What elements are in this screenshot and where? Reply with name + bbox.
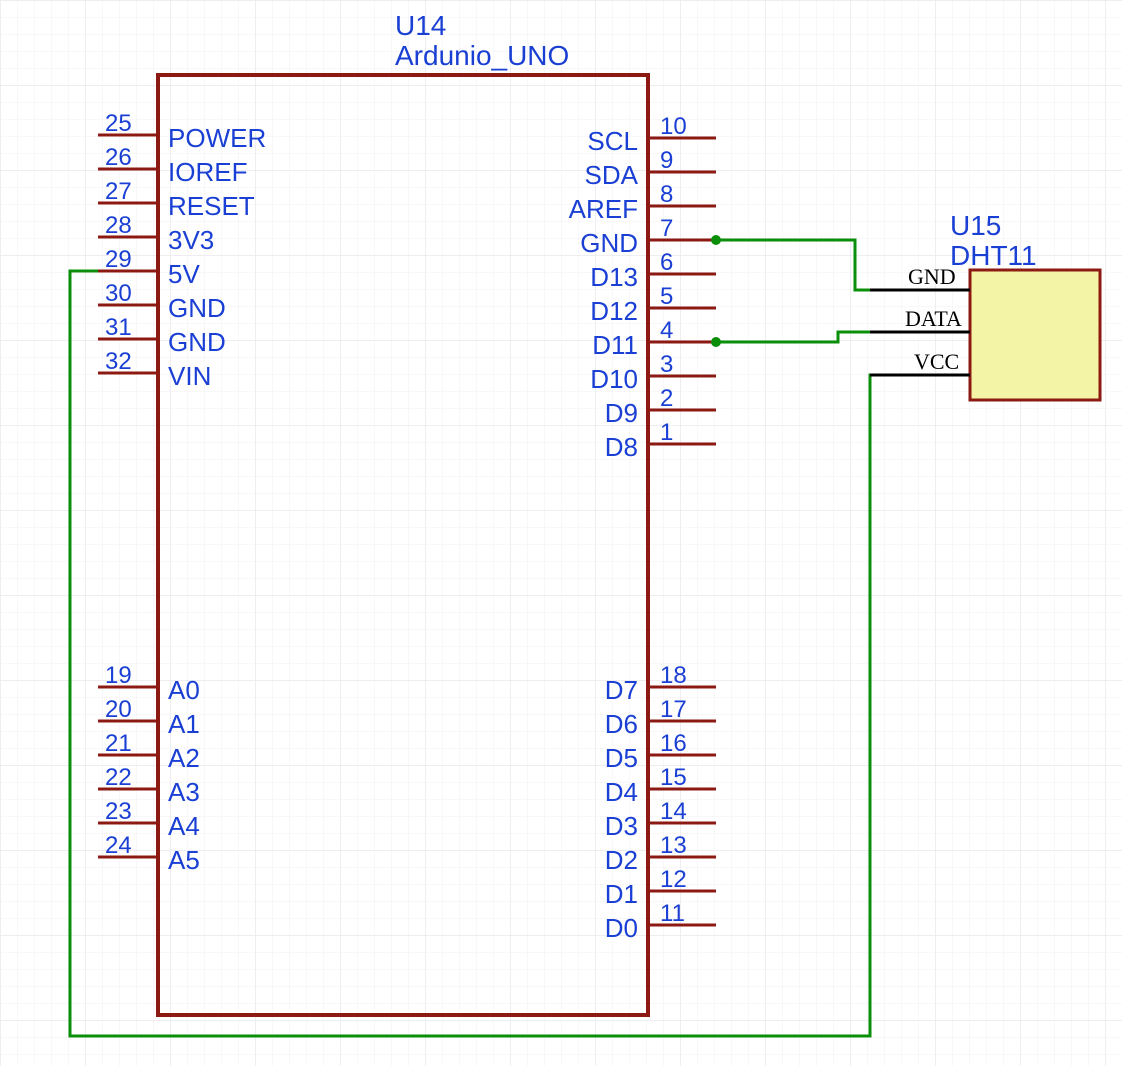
pin-name: IOREF bbox=[168, 157, 247, 187]
pin-num: 19 bbox=[105, 662, 132, 689]
pin-num: 17 bbox=[660, 696, 687, 723]
pin-num: 31 bbox=[105, 314, 132, 341]
pin-num: 22 bbox=[105, 764, 132, 791]
pin-name: A2 bbox=[168, 743, 200, 773]
pin-num: 13 bbox=[660, 832, 687, 859]
pin-name: D1 bbox=[605, 879, 638, 909]
junction-d11 bbox=[711, 337, 721, 347]
pin-num: 23 bbox=[105, 798, 132, 825]
pin-name: GND bbox=[168, 327, 226, 357]
pin-name: A3 bbox=[168, 777, 200, 807]
pin-num: 26 bbox=[105, 144, 132, 171]
pin-name: 3V3 bbox=[168, 225, 214, 255]
pin-name: D8 bbox=[605, 432, 638, 462]
pin-num: 24 bbox=[105, 832, 132, 859]
sensor-value: DHT11 bbox=[950, 240, 1037, 271]
pin-num: 5 bbox=[660, 283, 673, 310]
pin-num: 18 bbox=[660, 662, 687, 689]
pin-name: VIN bbox=[168, 361, 211, 391]
pin-name: D6 bbox=[605, 709, 638, 739]
arduino-value: Ardunio_UNO bbox=[395, 40, 569, 71]
sensor-pin-gnd: GND bbox=[908, 264, 956, 289]
pin-name: GND bbox=[168, 293, 226, 323]
pin-num: 10 bbox=[660, 113, 687, 140]
pin-name: A1 bbox=[168, 709, 200, 739]
junction-gnd bbox=[711, 235, 721, 245]
pin-name: D9 bbox=[605, 398, 638, 428]
pin-num: 6 bbox=[660, 249, 673, 276]
pin-num: 16 bbox=[660, 730, 687, 757]
pin-name: D3 bbox=[605, 811, 638, 841]
pin-name: D11 bbox=[592, 330, 638, 360]
pin-name: D5 bbox=[605, 743, 638, 773]
pin-num: 14 bbox=[660, 798, 687, 825]
sensor-ref: U15 bbox=[950, 210, 1001, 241]
pin-num: 29 bbox=[105, 246, 132, 273]
pin-name: D4 bbox=[605, 777, 638, 807]
pin-num: 32 bbox=[105, 348, 132, 375]
pin-num: 12 bbox=[660, 866, 687, 893]
pin-num: 8 bbox=[660, 181, 673, 208]
pin-num: 3 bbox=[660, 351, 673, 378]
pin-num: 4 bbox=[660, 317, 673, 344]
pin-num: 11 bbox=[660, 900, 685, 927]
pin-name: D12 bbox=[590, 296, 638, 326]
sensor-pin-data: DATA bbox=[905, 306, 962, 331]
pin-name: POWER bbox=[168, 123, 266, 153]
pin-name: SDA bbox=[585, 160, 639, 190]
pin-name: D13 bbox=[590, 262, 638, 292]
sensor-pin-vcc: VCC bbox=[914, 349, 959, 374]
pin-num: 30 bbox=[105, 280, 132, 307]
pin-name: GND bbox=[580, 228, 638, 258]
pin-num: 9 bbox=[660, 147, 673, 174]
pin-num: 25 bbox=[105, 110, 132, 137]
pin-name: D7 bbox=[605, 675, 638, 705]
pin-name: AREF bbox=[569, 194, 638, 224]
schematic-canvas: U14 Ardunio_UNO 25POWER26IOREF27RESET283… bbox=[0, 0, 1122, 1066]
pin-num: 20 bbox=[105, 696, 132, 723]
pin-num: 15 bbox=[660, 764, 687, 791]
pin-num: 28 bbox=[105, 212, 132, 239]
pin-num: 27 bbox=[105, 178, 132, 205]
pin-name: D0 bbox=[605, 913, 638, 943]
arduino-ref: U14 bbox=[395, 10, 446, 41]
pin-name: D10 bbox=[590, 364, 638, 394]
pin-num: 1 bbox=[660, 419, 673, 446]
pin-name: SCL bbox=[587, 126, 638, 156]
pin-name: A4 bbox=[168, 811, 200, 841]
pin-name: RESET bbox=[168, 191, 255, 221]
pin-num: 7 bbox=[660, 215, 673, 242]
pin-name: A0 bbox=[168, 675, 200, 705]
pin-name: 5V bbox=[168, 259, 200, 289]
pin-name: D2 bbox=[605, 845, 638, 875]
pin-num: 2 bbox=[660, 385, 673, 412]
pin-num: 21 bbox=[105, 730, 132, 757]
pin-name: A5 bbox=[168, 845, 200, 875]
